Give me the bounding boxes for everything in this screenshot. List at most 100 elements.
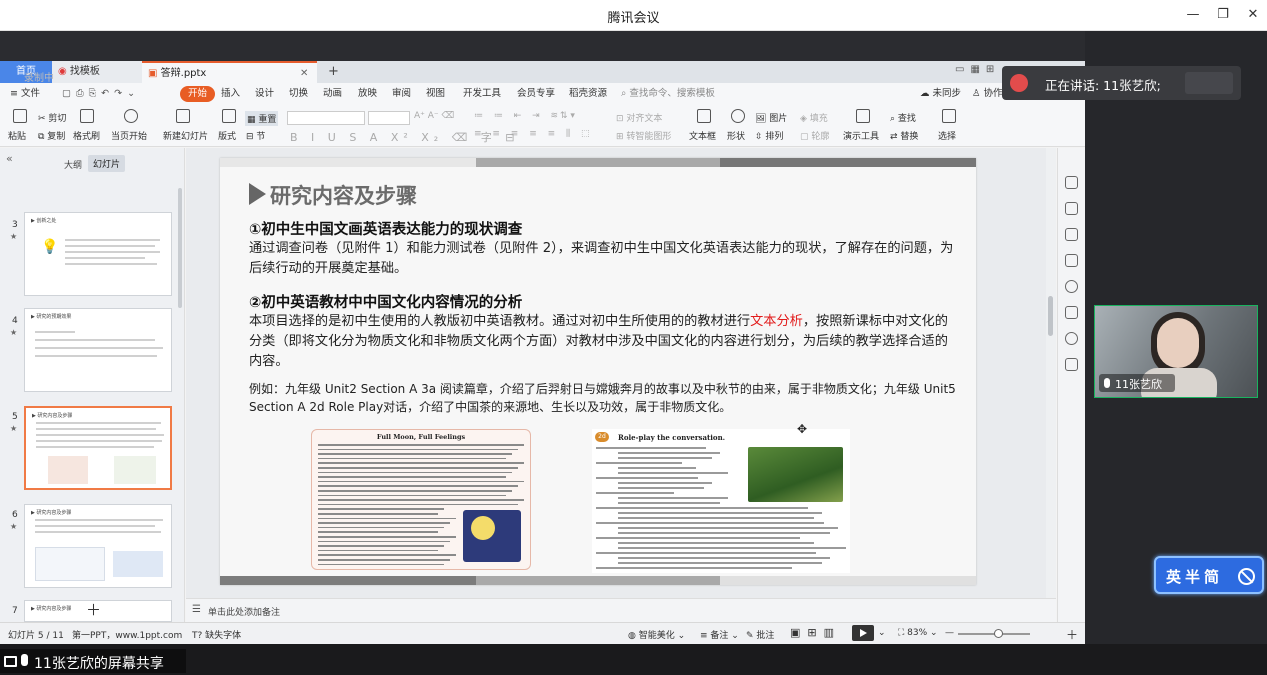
- zoom-out-icon[interactable]: —: [945, 628, 954, 638]
- window-layout-icons[interactable]: ▭▦⊞: [955, 64, 1000, 75]
- font-size-buttons[interactable]: A⁺ A⁻ ⌫: [414, 111, 454, 121]
- present-tools-button[interactable]: 演示工具: [843, 129, 879, 142]
- tab-document[interactable]: ▣ 答辩.pptx ✕: [142, 61, 317, 83]
- menu-animation[interactable]: 动画: [323, 86, 342, 102]
- tab-slides[interactable]: 幻灯片: [88, 155, 126, 172]
- textbook-image-moon: Full Moon, Full Feelings: [311, 429, 531, 570]
- command-search[interactable]: ⌕ 查找命令、搜索模板: [621, 86, 715, 102]
- menu-start[interactable]: 开始: [180, 86, 216, 102]
- menu-member[interactable]: 会员专享: [517, 86, 555, 102]
- add-slide-icon[interactable]: ＋: [86, 599, 101, 620]
- menu-resource[interactable]: 稻壳资源: [569, 86, 607, 102]
- collab-button[interactable]: ♙ 协作: [972, 86, 1003, 102]
- close-icon[interactable]: ✕: [1243, 6, 1263, 24]
- notes-bar[interactable]: ☰ 单击此处添加备注: [186, 598, 1056, 622]
- paste-button[interactable]: 粘贴: [8, 129, 26, 142]
- play-icon[interactable]: [852, 625, 874, 641]
- text-direction[interactable]: ⇅ ▾: [560, 111, 575, 121]
- section2-text: 本项目选择的是初中生使用的人教版初中英语教材。通过对初中生所使用的的教材进行文本…: [249, 312, 959, 372]
- align-text-label: 对齐文本: [626, 114, 663, 124]
- help-icon[interactable]: [1065, 280, 1078, 293]
- from-current-button[interactable]: 当页开始: [111, 129, 147, 142]
- menu-dev-tools[interactable]: 开发工具: [463, 86, 501, 102]
- picture-icon: 🖼: [755, 114, 770, 124]
- share-top-strip: [0, 31, 1085, 61]
- zoom-level[interactable]: ⛶ 83% ⌄: [898, 628, 938, 638]
- current-slide[interactable]: 研究内容及步骤 ①初中生中国文画英语表达能力的现状调查 通过调查问卷（见附件 1…: [220, 158, 976, 585]
- menu-transition[interactable]: 切换: [289, 86, 308, 102]
- settings-icon[interactable]: [1065, 202, 1078, 215]
- participant-name: 11张艺欣: [1115, 378, 1162, 391]
- replace-button[interactable]: ⇄ 替换: [890, 129, 918, 142]
- canvas-scrollbar[interactable]: [1046, 148, 1056, 622]
- list-buttons[interactable]: ≔ ≔ ⇤ ⇥ ≋: [474, 111, 562, 121]
- tab-outline[interactable]: 大纲: [64, 158, 82, 171]
- new-slide-button[interactable]: 新建幻灯片: [163, 129, 208, 142]
- copy-button[interactable]: ⧉ 复制: [38, 129, 65, 142]
- backup-icon[interactable]: [1065, 306, 1078, 319]
- zoom-slider-handle[interactable]: [994, 629, 1003, 638]
- format-painter-button[interactable]: 格式刷: [73, 129, 100, 142]
- textbox-button[interactable]: 文本框: [689, 129, 716, 142]
- font-size-select[interactable]: [368, 111, 410, 125]
- reset-button[interactable]: ▦ 重置: [245, 111, 279, 126]
- menu-view[interactable]: 视图: [426, 86, 445, 102]
- text-line: [318, 540, 450, 543]
- minimize-icon[interactable]: —: [1183, 6, 1203, 24]
- new-tab-button[interactable]: +: [322, 61, 342, 83]
- menu-insert[interactable]: 插入: [221, 86, 240, 102]
- restore-icon[interactable]: ❐: [1213, 6, 1233, 24]
- text-line: [596, 552, 816, 554]
- menu-review[interactable]: 审阅: [392, 86, 411, 102]
- play-dropdown-icon[interactable]: ⌄: [878, 628, 886, 638]
- outline-button[interactable]: ▢ 轮廓: [800, 129, 829, 142]
- quick-access-icons[interactable]: ▢⎙⎘↶↷⌄: [62, 86, 140, 102]
- menu-design[interactable]: 设计: [255, 86, 274, 102]
- book-icon[interactable]: [1065, 358, 1078, 371]
- align-buttons[interactable]: ≡ ≡ ≡ ≡ ≡ ⫼ ⬚: [474, 129, 594, 139]
- view-mode-icons[interactable]: ▣⊞▥: [790, 626, 841, 639]
- slide-thumbnail[interactable]: ▶ 创新之处 💡: [24, 212, 172, 296]
- menu-file[interactable]: ≡ 文件: [10, 86, 40, 102]
- scroll-thumb[interactable]: [1048, 296, 1053, 336]
- slide-thumbnail[interactable]: ▶ 研究的预期效果: [24, 308, 172, 392]
- notes-icon: ☰: [192, 604, 201, 615]
- comments-button[interactable]: ✎ 批注: [746, 628, 774, 641]
- shape-button[interactable]: 形状: [727, 129, 745, 142]
- cut-button[interactable]: ✂ 剪切: [38, 111, 66, 124]
- thumb-number: 4: [12, 316, 18, 326]
- arrange-button[interactable]: ⇳ 排列: [755, 129, 783, 142]
- tab-find-template[interactable]: ◉ 找模板: [52, 61, 142, 83]
- panel-scrollbar[interactable]: [178, 188, 182, 308]
- participant-video[interactable]: 11张艺欣: [1094, 305, 1258, 398]
- select-button[interactable]: 选择: [938, 129, 956, 142]
- no-entry-icon[interactable]: [1238, 568, 1255, 585]
- font-name-select[interactable]: [287, 111, 365, 125]
- sync-status[interactable]: ☁ 未同步: [920, 86, 961, 102]
- tab-close-icon[interactable]: ✕: [300, 63, 308, 85]
- layout-button[interactable]: 版式: [218, 129, 236, 142]
- zoom-in-icon[interactable]: ＋: [1066, 626, 1078, 643]
- beautify-button[interactable]: ◍ 智能美化 ⌄: [628, 628, 685, 641]
- thumb-line: [36, 446, 154, 448]
- style-icon[interactable]: [1065, 176, 1078, 189]
- missing-font-button[interactable]: T? 缺失字体: [192, 628, 241, 641]
- smartart-button[interactable]: ⊞ 转智能图形: [616, 129, 671, 142]
- align-text-button[interactable]: ⊡ 对齐文本: [616, 111, 662, 124]
- slide-thumbnail[interactable]: ▶ 研究内容及步骤: [24, 504, 172, 588]
- text-line: [318, 508, 444, 510]
- notes-button[interactable]: ≡ 备注 ⌄: [700, 628, 739, 641]
- slide-thumbnail-selected[interactable]: ▶ 研究内容及步骤: [24, 406, 172, 490]
- location-icon[interactable]: [1065, 332, 1078, 345]
- picture-button[interactable]: 🖼 图片: [755, 111, 787, 124]
- section-button[interactable]: ⊟ 节: [246, 129, 265, 142]
- fill-button[interactable]: ◈ 填充: [800, 111, 828, 124]
- ime-toolbar[interactable]: 英半简: [1154, 556, 1264, 594]
- text-line: [318, 531, 438, 533]
- text-line: [618, 502, 720, 504]
- find-button[interactable]: ⌕ 查找: [890, 111, 916, 124]
- template-icon[interactable]: [1065, 254, 1078, 267]
- pin-icon[interactable]: [1065, 228, 1078, 241]
- menu-slideshow[interactable]: 放映: [358, 86, 377, 102]
- collapse-icon[interactable]: «: [6, 152, 13, 165]
